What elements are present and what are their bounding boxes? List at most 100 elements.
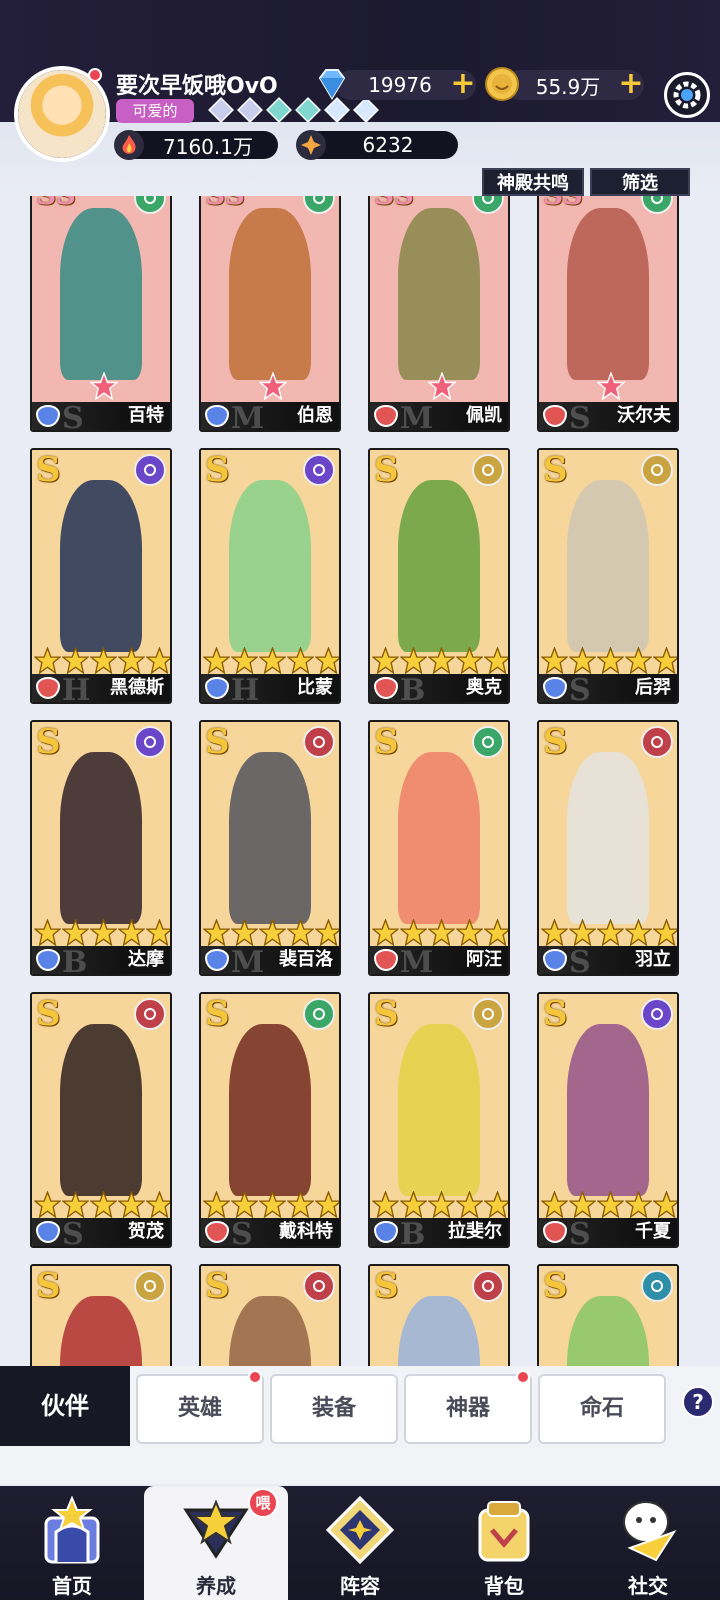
hero-figure [566,1296,650,1372]
gold-counter: 55.9万 + [504,69,644,100]
hero-name: 佩凯 [466,405,502,426]
star-icon [89,1190,118,1219]
hero-star-rating [371,918,508,947]
hero-figure [397,1296,481,1372]
hero-card[interactable]: SS M 伯恩 [199,196,341,432]
add-diamond-button[interactable]: + [450,69,476,99]
nav-item-3[interactable]: 背包 [432,1486,576,1600]
star-icon [33,646,62,675]
resonance-button[interactable]: 神殿共鸣 [482,168,584,196]
filter-button[interactable]: 筛选 [590,168,690,196]
element-purple-icon [134,454,166,486]
hero-name: 沃尔夫 [617,405,671,426]
hero-card[interactable]: S S 戴科特 [199,992,341,1248]
hero-name: 黑德斯 [110,677,164,698]
star-icon [314,918,339,947]
hero-name: 奥克 [466,677,502,698]
hero-card[interactable]: S H 比蒙 [199,448,341,704]
hero-name: 百特 [128,405,164,426]
tab-0[interactable]: 伙伴 [0,1366,130,1446]
star-icon [258,1190,287,1219]
hero-rank-badge: S [543,994,568,1034]
help-icon[interactable]: ? [682,1386,714,1418]
element-red-icon [641,726,673,758]
hero-card[interactable]: SSS沃尔夫 [537,196,679,432]
hero-card[interactable]: S S 羽立 [537,720,679,976]
diamond-counter: 19976 + [336,69,476,100]
hero-figure [566,480,650,652]
hero-card[interactable]: S S 后羿 [537,448,679,704]
element-red-icon [134,998,166,1030]
element-gold-icon [472,998,504,1030]
star-icon [258,646,287,675]
element-gold-icon [134,1270,166,1302]
hero-card[interactable]: S M 裴百洛 [199,720,341,976]
star-icon [624,646,653,675]
hero-figure [59,1024,143,1196]
hero-card[interactable]: S M 阿汪 [368,720,510,976]
star-icon [371,646,400,675]
hero-card[interactable]: S B 奥克 [368,448,510,704]
hero-faction-letter: S [62,1217,84,1248]
nav-new-badge: 喂 [248,1488,278,1518]
hero-card[interactable]: S S 千夏 [537,992,679,1248]
awaken-star-icon [258,371,288,401]
rank-gem-icon [208,97,234,123]
star-icon [230,1190,259,1219]
hero-card[interactable]: S B 达摩 [30,720,172,976]
star-icon [202,1190,231,1219]
hero-card[interactable]: S [199,1264,341,1372]
tab-2[interactable]: 装备 [270,1374,398,1444]
hero-rank-badge: S [543,450,568,490]
star-icon [399,918,428,947]
nav-item-0[interactable]: 首页 [0,1486,144,1600]
hero-card[interactable]: S [30,1264,172,1372]
hero-star-rating [371,1190,508,1219]
rank-gem-icon [353,97,379,123]
hero-name: 裴百洛 [279,949,333,970]
star-icon [202,646,231,675]
hero-faction-letter: H [231,673,260,704]
gold-coin-icon [484,66,524,106]
element-red-icon [303,1270,335,1302]
hero-rank-badge: S [36,994,61,1034]
hero-card[interactable]: SSS百特 [30,196,172,432]
hero-card[interactable]: SS M 佩凯 [368,196,510,432]
hero-figure [228,480,312,652]
star-icon [33,918,62,947]
hero-name: 戴科特 [279,1221,333,1242]
settings-gear-icon[interactable] [664,72,710,118]
hero-faction-letter: B [62,945,88,976]
hero-star-rating [202,918,339,947]
tab-3[interactable]: 神器 [404,1374,532,1444]
hero-faction-letter: S [569,1217,591,1248]
awaken-star-icon [427,371,457,401]
nav-label: 首页 [52,1574,92,1598]
nav-item-4[interactable]: 社交 [576,1486,720,1600]
star-icon [455,646,484,675]
hero-card[interactable]: S [537,1264,679,1372]
star-icon [483,918,508,947]
star-icon [568,646,597,675]
hero-name: 贺茂 [128,1221,164,1242]
nav-item-2[interactable]: 阵容 [288,1486,432,1600]
add-gold-button[interactable]: + [618,69,644,99]
hero-card[interactable]: S S 贺茂 [30,992,172,1248]
star-icon [286,918,315,947]
home-icon [36,1495,108,1566]
hero-card[interactable]: S B 拉斐尔 [368,992,510,1248]
star-icon [483,1190,508,1219]
hero-name: 伯恩 [297,405,333,426]
hero-rank-badge: S [543,722,568,762]
nav-item-1[interactable]: 养成 喂 [144,1486,288,1600]
element-purple-icon [641,998,673,1030]
hero-card[interactable]: S H 黑德斯 [30,448,172,704]
tab-1[interactable]: 英雄 [136,1374,264,1444]
hero-faction-letter: S [231,1217,253,1248]
hero-card[interactable]: S [368,1264,510,1372]
tab-4[interactable]: 命石 [538,1374,666,1444]
hero-figure [59,480,143,652]
hero-name: 拉斐尔 [448,1221,502,1242]
hero-star-rating [33,646,170,675]
star-icon [371,918,400,947]
